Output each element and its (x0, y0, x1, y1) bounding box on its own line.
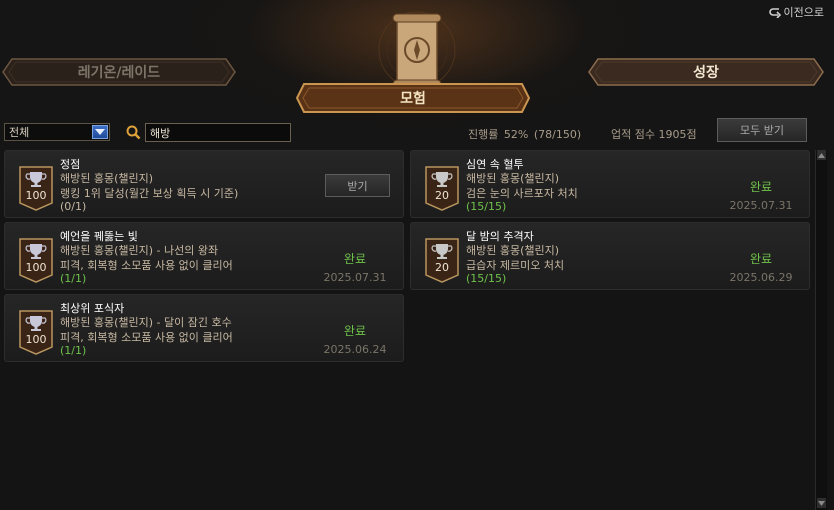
tab-adventure[interactable]: 모험 (296, 83, 530, 113)
achievement-desc-1: 해방된 홍몽(챌린지) - 나선의 왕좌 (60, 244, 219, 257)
points-badge: 20 (424, 237, 460, 283)
tab-growth[interactable]: 성장 (588, 58, 824, 86)
scroll-down-icon[interactable] (817, 498, 826, 508)
score-label: 업적 점수 (611, 128, 655, 141)
achievement-desc-2: 피격, 회복형 소모품 사용 없이 클리어 (60, 259, 233, 272)
achievement-desc-1: 해방된 홍몽(챌린지) - 달이 잠긴 호수 (60, 316, 232, 329)
category-select[interactable]: 전체 (4, 123, 110, 141)
dropdown-arrow-icon[interactable] (92, 125, 108, 139)
achievement-count: (1/1) (60, 272, 87, 285)
completion-date: 2025.07.31 (729, 199, 793, 212)
back-arrow-icon (768, 7, 781, 18)
achievement-desc-1: 해방된 홍몽(챌린지) (466, 172, 560, 185)
points-value: 100 (25, 333, 47, 346)
points-badge: 100 (18, 165, 54, 211)
progress-label: 진행률 (468, 128, 499, 141)
back-label: 이전으로 (783, 6, 824, 19)
achievement-desc-2: 검은 눈의 사르포자 처치 (466, 187, 578, 200)
achievement-count: (15/15) (466, 200, 507, 213)
achievement-score: 업적 점수 1905점 (611, 126, 697, 142)
achievement-desc-2: 피격, 회복형 소모품 사용 없이 클리어 (60, 331, 233, 344)
receive-button[interactable]: 받기 (325, 174, 390, 197)
list-scrollbar[interactable] (815, 150, 827, 510)
search-icon (126, 125, 141, 140)
achievement-desc-2: 랭킹 1위 달성(월간 보상 획득 시 기준) (60, 187, 239, 200)
score-value: 1905점 (658, 128, 697, 141)
tab-adventure-label: 모험 (400, 91, 426, 107)
points-value: 20 (435, 261, 449, 274)
points-badge: 100 (18, 237, 54, 283)
filter-bar: 전체 진행률 52% (78/150) 업적 점수 1905점 모두 받기 (0, 118, 834, 145)
achievement-card: 100 예언을 꿰뚫는 빛 해방된 홍몽(챌린지) - 나선의 왕좌 피격, 회… (4, 222, 404, 290)
completion-date: 2025.07.31 (323, 271, 387, 284)
points-badge: 100 (18, 309, 54, 355)
status-complete: 완료 (343, 252, 367, 266)
achievement-card: 20 심연 속 혈투 해방된 홍몽(챌린지) 검은 눈의 사르포자 처치 (15… (410, 150, 810, 218)
points-value: 100 (25, 189, 47, 202)
achievement-count: (15/15) (466, 272, 507, 285)
completion-date: 2025.06.24 (323, 343, 387, 356)
search-input[interactable] (145, 123, 291, 142)
achievement-card: 20 달 밤의 추격자 해방된 홍몽(챌린지) 급습자 제르미오 처치 (15/… (410, 222, 810, 290)
status-complete: 완료 (343, 324, 367, 338)
back-button[interactable]: 이전으로 (768, 4, 824, 20)
tab-growth-label: 성장 (693, 65, 719, 81)
progress-percent: 52% (503, 128, 529, 141)
achievement-card: 100 최상위 포식자 해방된 홍몽(챌린지) - 달이 잠긴 호수 피격, 회… (4, 294, 404, 362)
scroll-up-icon[interactable] (817, 150, 826, 160)
progress-summary: 진행률 52% (78/150) (468, 126, 581, 142)
tab-legion-raid-label: 레기온/레이드 (77, 65, 161, 81)
achievement-desc-1: 해방된 홍몽(챌린지) (60, 172, 154, 185)
achievement-count: (0/1) (60, 200, 87, 213)
claim-all-button[interactable]: 모두 받기 (717, 118, 807, 142)
progress-count: (78/150) (533, 128, 582, 141)
status-complete: 완료 (749, 180, 773, 194)
achievement-count: (1/1) (60, 344, 87, 357)
points-value: 100 (25, 261, 47, 274)
points-badge: 20 (424, 165, 460, 211)
points-value: 20 (435, 189, 449, 202)
scroll-compass-icon (378, 11, 456, 89)
category-select-value: 전체 (9, 126, 30, 139)
achievement-card: 100 정점 해방된 홍몽(챌린지) 랭킹 1위 달성(월간 보상 획득 시 기… (4, 150, 404, 218)
tab-legion-raid[interactable]: 레기온/레이드 (2, 58, 236, 86)
status-complete: 완료 (749, 252, 773, 266)
achievement-desc-1: 해방된 홍몽(챌린지) (466, 244, 560, 257)
completion-date: 2025.06.29 (729, 271, 793, 284)
achievement-desc-2: 급습자 제르미오 처치 (466, 259, 565, 272)
